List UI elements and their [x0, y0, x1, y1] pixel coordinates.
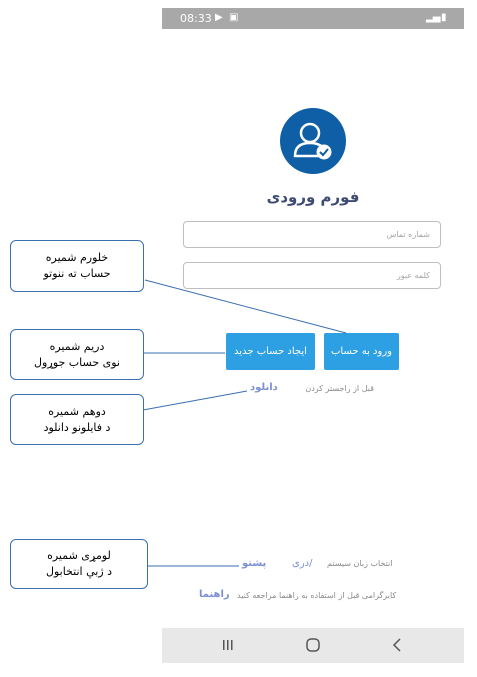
notification-icon: ▣ [229, 12, 239, 23]
language-prompt: انتخاب زبان سیستم [327, 559, 393, 568]
play-store-icon: ▶ [215, 12, 223, 23]
callout-create-account-line2: نوی حساب جوړول [34, 355, 120, 369]
guide-link[interactable]: راهنما [199, 589, 230, 600]
back-icon[interactable] [383, 634, 411, 656]
phone-screen: 08:33 ▶ ▣ ▂▄ ▮ فورم ورودی ورود به حساب ا… [162, 8, 464, 663]
phone-input[interactable] [184, 222, 440, 247]
navigation-bar [162, 628, 464, 663]
language-dari-link[interactable]: دری/ [292, 558, 312, 569]
password-field[interactable] [183, 262, 441, 289]
callout-create-account: دریم شمیره نوی حساب جوړول [10, 329, 144, 380]
callout-login-line1: خلورم شمیره [45, 251, 109, 264]
callout-login-line2: حساب ته ننوتو [43, 267, 111, 280]
callout-login: خلورم شمیره حساب ته ننوتو [10, 240, 144, 292]
create-account-button[interactable]: ایجاد حساب جدید [226, 333, 315, 370]
callout-download-line2: د فایلونو دانلود [43, 420, 111, 434]
status-bar: 08:33 ▶ ▣ ▂▄ ▮ [162, 8, 464, 29]
guide-prompt: کابرگرامی قبل از استفاده به راهنما مراجع… [237, 591, 397, 600]
battery-icon: ▮ [441, 12, 447, 23]
password-input[interactable] [184, 263, 440, 288]
status-time: 08:33 [180, 12, 212, 25]
language-pashto-link[interactable]: پشتو [242, 558, 266, 569]
signal-icon: ▂▄ [426, 12, 440, 23]
callout-language-line2: د ژبې انتخابول [45, 565, 113, 578]
user-avatar-icon [280, 108, 346, 174]
form-title: فورم ورودی [266, 188, 360, 206]
callout-create-account-line1: دریم شمیره [49, 339, 105, 353]
home-icon[interactable] [299, 634, 327, 656]
callout-language-line1: لومړی شمیره [47, 549, 111, 562]
callout-download-line1: دوهم شمیره [48, 404, 106, 418]
callout-download: دوهم شمیره د فایلونو دانلود [10, 394, 144, 445]
download-link[interactable]: دانلود [250, 382, 449, 393]
recent-apps-icon[interactable] [214, 634, 242, 656]
phone-field[interactable] [183, 221, 441, 248]
callout-language: لومړی شمیره د ژبې انتخابول [10, 539, 148, 589]
login-button[interactable]: ورود به حساب [324, 333, 399, 370]
